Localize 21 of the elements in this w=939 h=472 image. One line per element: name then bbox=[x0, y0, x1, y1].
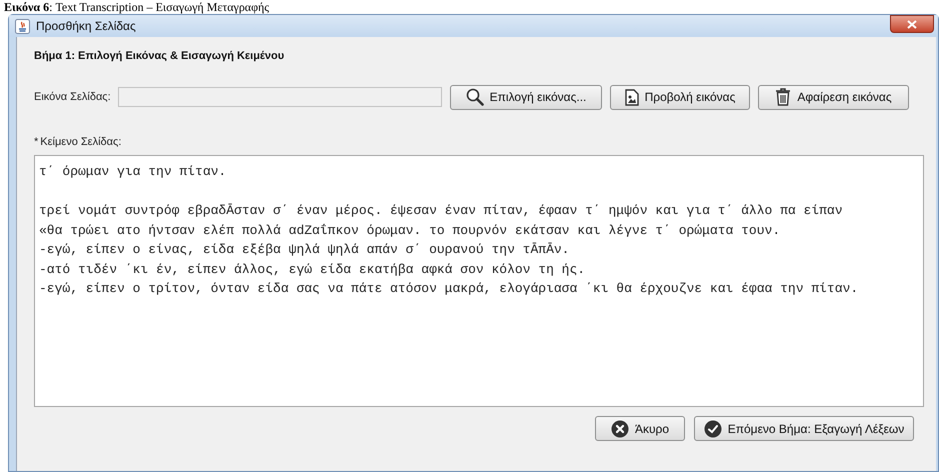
field-label: Εικόνα Σελίδας: bbox=[34, 90, 112, 105]
trash-icon bbox=[775, 88, 792, 106]
cancel-icon bbox=[610, 420, 629, 438]
next-step-button[interactable]: Επόμενο Βήμα: Εξαγωγή Λέξεων bbox=[694, 416, 914, 441]
image-path-field[interactable] bbox=[118, 87, 442, 107]
image-file-icon bbox=[624, 88, 639, 106]
close-icon bbox=[907, 20, 917, 28]
cancel-button[interactable]: Άκυρο bbox=[595, 416, 685, 441]
image-button[interactable]: Προβολή εικόνας bbox=[610, 84, 750, 110]
image-button[interactable]: Επιλογή εικόνας... bbox=[450, 84, 602, 110]
window-title: Προσθήκη Σελίδας bbox=[36, 18, 136, 35]
check-icon bbox=[704, 420, 722, 438]
step-title: Βήμα 1: Επιλογή Εικόνας & Εισαγωγή Κειμένου bbox=[34, 49, 286, 64]
search-icon bbox=[466, 88, 484, 106]
field-label: Κείμενο Σελίδας: bbox=[40, 134, 122, 150]
text-area[interactable]: τ΄ όρωμαν για την πίταν. τρεί νομάτ συντρόφ εβραδᾹσταν σ΄ έναν μέρος. έψεσαν έναν πίταν, έφααν τ΄ ημψόν και για τ΄ άλλο πα είπαν «θα τρώει ατο ήντσαν ελέπ πολλά αdΖαΐπκον όρωμαν. το πουρνόν εκάτσαν και λέγνε τ΄ ορώματα τουν. -εγώ, είπεν ο είνας, είδα εξέβα ψηλά ψηλά απάν σ΄ ουρανού την τᾹπᾹν. -ατό τιδέν ΄κι έν, είπεν άλλος, εγώ είδα εκατήβα αφκά σον κόλον τη ής. -εγώ, είπεν ο τρίτον, όνταν είδα σας να πάτε ατόσον μακρά, ελογάριασα ΄κι θα έρχουζνε και έφαα την πίταν. bbox=[34, 155, 924, 407]
figure-caption: Εικόνα 6: Text Transcription – Εισαγωγή Μεταγραφής bbox=[4, 0, 270, 14]
java-icon bbox=[15, 18, 30, 34]
close-button[interactable] bbox=[890, 15, 934, 33]
required-mark: * bbox=[34, 134, 38, 150]
image-button[interactable]: Αφαίρεση εικόνας bbox=[758, 84, 909, 110]
